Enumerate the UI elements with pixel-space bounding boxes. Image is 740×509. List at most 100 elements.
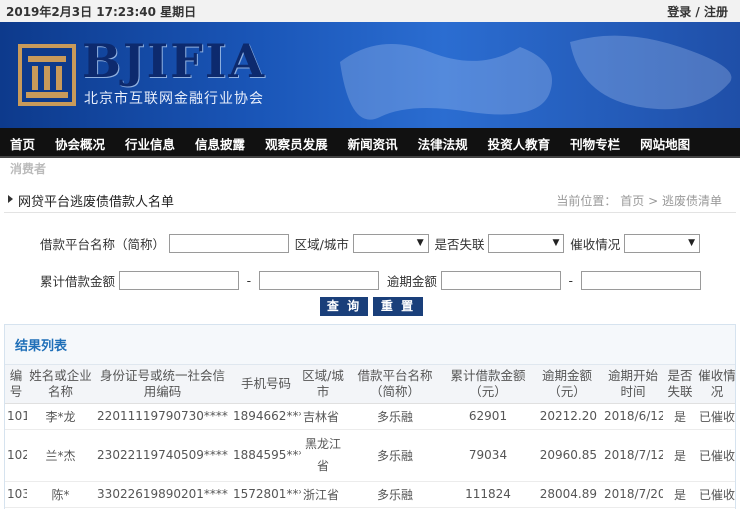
brand-name-en: BJIFIA	[82, 34, 267, 88]
nav-item-home[interactable]: 首页	[10, 134, 35, 153]
col-header-total-amount: 累计借款金额（元）	[445, 365, 531, 404]
platform-input[interactable]	[168, 234, 289, 253]
cell-overdue-amount: 28004.89	[531, 481, 603, 508]
world-map-decoration	[340, 35, 732, 120]
nav-item-sitemap[interactable]: 网站地图	[640, 134, 690, 153]
cell-collection: 已催收	[697, 403, 735, 430]
auth-separator: /	[695, 5, 700, 19]
overdue-amount-dash: -	[568, 273, 574, 288]
section-arrow-icon	[8, 195, 13, 203]
cell-lost-contact: 是	[663, 481, 697, 508]
region-label: 区域/城市	[294, 237, 349, 252]
reset-button[interactable]: 重 置	[373, 297, 423, 316]
current-datetime: 2019年2月3日 17:23:40 星期日	[6, 5, 197, 19]
breadcrumb: 当前位置： 首页 > 逃废债清单	[556, 192, 722, 209]
total-amount-dash: -	[246, 273, 252, 288]
cell-region: 浙江省	[301, 481, 345, 508]
auth-links: 登录 / 注册	[667, 3, 728, 20]
nav-item-investor-edu[interactable]: 投资人教育	[488, 134, 551, 153]
section-header: 网贷平台逃废债借款人名单 当前位置： 首页 > 逃废债清单	[4, 187, 736, 213]
overdue-amount-min-input[interactable]	[440, 271, 561, 290]
col-header-region: 区域/城市	[301, 365, 345, 404]
cell-id: 101	[5, 403, 27, 430]
overdue-amount-label: 逾期金额	[386, 274, 437, 289]
cell-overdue-start: 2018/7/20	[603, 481, 663, 508]
cell-collection: 已催收	[697, 429, 735, 482]
cell-total-amount: 79034	[445, 429, 531, 482]
cell-platform: 多乐融	[345, 429, 445, 482]
cell-platform: 多乐融	[345, 403, 445, 430]
platform-label: 借款平台名称（简称）	[40, 237, 166, 252]
total-amount-min-input[interactable]	[118, 271, 239, 290]
cell-total-amount: 62901	[445, 403, 531, 430]
total-amount-max-input[interactable]	[259, 271, 380, 290]
lost-contact-select[interactable]	[488, 234, 565, 253]
cell-name: 李*龙	[27, 403, 94, 430]
overdue-amount-max-input[interactable]	[580, 271, 701, 290]
cell-overdue-start: 2018/6/12	[603, 403, 663, 430]
cell-region: 黑龙江省	[301, 429, 345, 482]
cell-phone: 1884595****	[231, 429, 301, 482]
nav-item-disclosure[interactable]: 信息披露	[195, 134, 245, 153]
col-header-collection: 催收情况	[697, 365, 735, 404]
nav-item-about[interactable]: 协会概况	[55, 134, 105, 153]
breadcrumb-home[interactable]: 首页	[620, 194, 644, 208]
search-form: 借款平台名称（简称） 区域/城市 是否失联 催收情况 累计借款金额 - 逾期金额…	[0, 228, 740, 322]
results-panel: 结果列表 编号 姓名或企业名称 身份证号或统一社会信用编码 手机号码 区域/城市…	[4, 324, 736, 509]
cell-name: 兰*杰	[27, 429, 94, 482]
cell-collection: 已催收	[697, 481, 735, 508]
header-banner: BJIFIA 北京市互联网金融行业协会	[0, 22, 740, 128]
region-select[interactable]	[352, 234, 429, 253]
nav-item-consumer[interactable]: 消费者	[10, 160, 46, 177]
query-button[interactable]: 查 询	[320, 297, 368, 316]
col-header-phone: 手机号码	[231, 365, 301, 404]
search-row-2: 累计借款金额 - 逾期金额 -	[40, 271, 701, 293]
login-link[interactable]: 登录	[667, 5, 691, 19]
cell-lost-contact: 是	[663, 429, 697, 482]
cell-overdue-amount: 20212.20	[531, 403, 603, 430]
table-row[interactable]: 102 兰*杰 23022119740509**** 1884595**** 黑…	[5, 429, 735, 482]
col-header-lost-contact: 是否失联	[663, 365, 697, 404]
collection-select[interactable]	[624, 234, 701, 253]
collection-label: 催收情况	[570, 237, 621, 252]
cell-id: 102	[5, 429, 27, 482]
cell-region: 吉林省	[301, 403, 345, 430]
brand-name-cn: 北京市互联网金融行业协会	[84, 91, 264, 107]
table-header-row: 编号 姓名或企业名称 身份证号或统一社会信用编码 手机号码 区域/城市 借款平台…	[5, 365, 735, 404]
cell-overdue-start: 2018/7/12	[603, 429, 663, 482]
col-header-name: 姓名或企业名称	[27, 365, 94, 404]
col-header-id-number: 身份证号或统一社会信用编码	[94, 365, 231, 404]
breadcrumb-separator: >	[648, 194, 659, 208]
nav-item-industry-info[interactable]: 行业信息	[125, 134, 175, 153]
section-title: 网贷平台逃废债借款人名单	[18, 195, 175, 210]
nav-item-law[interactable]: 法律法规	[418, 134, 468, 153]
nav-item-observer[interactable]: 观察员发展	[265, 134, 328, 153]
breadcrumb-label: 当前位置：	[556, 194, 617, 208]
cell-id: 103	[5, 481, 27, 508]
search-row-1: 借款平台名称（简称） 区域/城市 是否失联 催收情况	[40, 234, 701, 256]
results-table: 编号 姓名或企业名称 身份证号或统一社会信用编码 手机号码 区域/城市 借款平台…	[5, 365, 735, 508]
cell-id-number: 22011119790730****	[94, 403, 231, 430]
nav-item-news[interactable]: 新闻资讯	[348, 134, 398, 153]
col-header-id: 编号	[5, 365, 27, 404]
main-nav: 首页 协会概况 行业信息 信息披露 观察员发展 新闻资讯 法律法规 投资人教育 …	[0, 128, 740, 158]
table-row[interactable]: 101 李*龙 22011119790730**** 1894662**** 吉…	[5, 403, 735, 430]
top-bar: 2019年2月3日 17:23:40 星期日 登录 / 注册	[0, 0, 740, 22]
cell-id-number: 33022619890201****	[94, 481, 231, 508]
register-link[interactable]: 注册	[704, 5, 728, 19]
cell-lost-contact: 是	[663, 403, 697, 430]
table-row[interactable]: 103 陈* 33022619890201**** 1572801**** 浙江…	[5, 481, 735, 508]
col-header-overdue-start: 逾期开始时间	[603, 365, 663, 404]
breadcrumb-current: 逃废债清单	[661, 194, 722, 208]
results-title: 结果列表	[5, 325, 735, 365]
col-header-overdue-amount: 逾期金额（元）	[531, 365, 603, 404]
cell-total-amount: 111824	[445, 481, 531, 508]
lost-contact-label: 是否失联	[434, 237, 485, 252]
cell-name: 陈*	[27, 481, 94, 508]
col-header-platform: 借款平台名称（简称）	[345, 365, 445, 404]
cell-platform: 多乐融	[345, 481, 445, 508]
cell-overdue-amount: 20960.85	[531, 429, 603, 482]
cell-phone: 1572801****	[231, 481, 301, 508]
association-logo-icon[interactable]	[18, 44, 76, 106]
nav-item-publications[interactable]: 刊物专栏	[570, 134, 620, 153]
